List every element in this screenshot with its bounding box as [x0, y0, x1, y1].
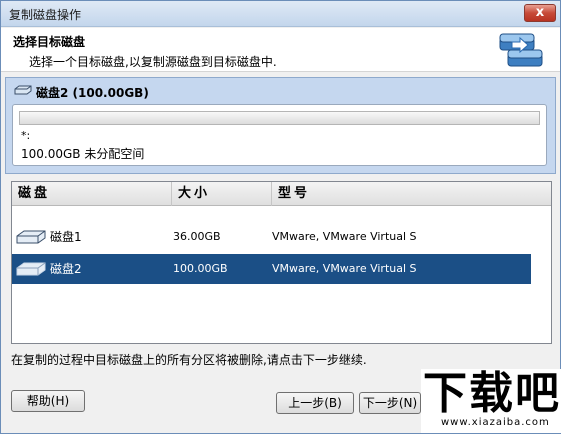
partition-description: 100.00GB 未分配空间 — [21, 147, 145, 161]
table-row-selected[interactable]: 磁盘2 100.00GB VMware, VMware Virtual S — [12, 254, 531, 284]
watermark-logo: 下载吧 www.xiazaiba.com — [421, 369, 561, 433]
column-header-model[interactable]: 型号 — [272, 182, 550, 206]
partition-bar — [19, 111, 540, 125]
list-header: 磁盘 大小 型号 — [12, 182, 551, 206]
partition-label: *: — [21, 129, 31, 142]
close-button[interactable]: x — [524, 4, 556, 22]
disk-icon — [14, 85, 32, 95]
window-title: 复制磁盘操作 — [9, 8, 82, 22]
partition-map[interactable]: *: 100.00GB 未分配空间 — [12, 104, 547, 166]
help-button[interactable]: 帮助(H) — [11, 390, 85, 412]
disk-model: VMware, VMware Virtual S — [272, 262, 417, 275]
disk-model: VMware, VMware Virtual S — [272, 230, 417, 243]
title-bar: 复制磁盘操作 x — [1, 1, 560, 27]
watermark-text: 下载吧 — [423, 368, 561, 419]
warning-notice: 在复制的过程中目标磁盘上的所有分区将被删除,请点击下一步继续. — [11, 353, 367, 367]
disk-name: 磁盘1 — [50, 230, 82, 244]
copy-disk-dialog: 复制磁盘操作 x 选择目标磁盘 选择一个目标磁盘,以复制源磁盘到目标磁盘中. 磁… — [0, 0, 561, 434]
disk-copy-icon — [499, 33, 543, 67]
next-button[interactable]: 下一步(N) — [359, 392, 421, 414]
wizard-header: 选择目标磁盘 选择一个目标磁盘,以复制源磁盘到目标磁盘中. — [1, 28, 560, 72]
disk-icon — [16, 262, 46, 276]
disk-icon — [16, 230, 46, 244]
step-subtitle: 选择一个目标磁盘,以复制源磁盘到目标磁盘中. — [29, 55, 277, 69]
watermark-url: www.xiazaiba.com — [441, 417, 550, 428]
step-title: 选择目标磁盘 — [13, 35, 86, 49]
disk-size: 36.00GB — [173, 230, 221, 243]
back-button[interactable]: 上一步(B) — [276, 392, 354, 414]
disk-size: 100.00GB — [173, 262, 228, 275]
disk-list[interactable]: 磁盘 大小 型号 磁盘1 36.00GB VMware, VMware Virt… — [11, 181, 552, 344]
column-header-disk[interactable]: 磁盘 — [12, 182, 172, 206]
table-row[interactable]: 磁盘1 36.00GB VMware, VMware Virtual S — [12, 222, 531, 252]
column-header-size[interactable]: 大小 — [172, 182, 272, 206]
disk-name: 磁盘2 — [50, 262, 82, 276]
target-disk-title: 磁盘2 (100.00GB) — [36, 86, 149, 100]
target-disk-panel: 磁盘2 (100.00GB) *: 100.00GB 未分配空间 — [5, 77, 556, 174]
